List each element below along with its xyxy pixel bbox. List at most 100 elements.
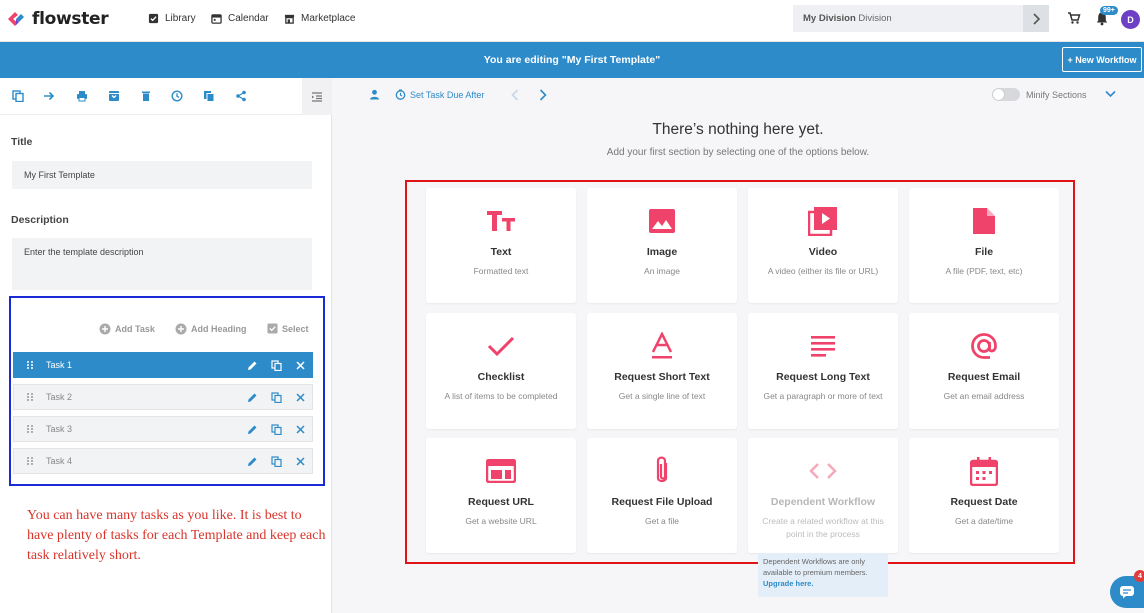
option-card-date[interactable]: Request Date Get a date/time: [909, 438, 1059, 553]
card-title: Image: [646, 246, 678, 258]
task-row[interactable]: Task 2: [13, 384, 313, 410]
card-desc: An image: [644, 266, 680, 276]
copy-icon[interactable]: [264, 423, 288, 435]
avatar[interactable]: D: [1121, 10, 1140, 29]
option-card-file-upload[interactable]: Request File Upload Get a file: [587, 438, 737, 553]
user-icon: [370, 89, 379, 100]
drag-handle-icon[interactable]: [14, 424, 46, 434]
timer-icon: [395, 89, 406, 100]
edit-banner: You are editing "My First Template" + Ne…: [0, 42, 1144, 78]
card-desc: A file (PDF, text, etc): [945, 266, 1023, 276]
title-label: Title: [11, 136, 33, 148]
option-card-checklist[interactable]: Checklist A list of items to be complete…: [426, 313, 576, 429]
paperclip-icon: [587, 456, 737, 486]
clock-icon[interactable]: [171, 90, 183, 102]
add-task-button[interactable]: Add Task: [99, 323, 155, 335]
close-icon[interactable]: [288, 456, 312, 466]
assign-user-button[interactable]: [369, 89, 380, 100]
new-workflow-button[interactable]: + New Workflow: [1062, 47, 1142, 72]
add-heading-button[interactable]: Add Heading: [175, 323, 247, 335]
option-card-short-text[interactable]: Request Short Text Get a single line of …: [587, 313, 737, 429]
copy-icon[interactable]: [264, 391, 288, 403]
card-desc: Get a paragraph or more of text: [763, 391, 883, 401]
nav-library[interactable]: Library: [148, 13, 196, 24]
drag-handle-icon[interactable]: [14, 392, 46, 402]
cart-icon[interactable]: [1067, 11, 1081, 30]
close-icon[interactable]: [288, 360, 312, 370]
card-desc: Get a website URL: [465, 516, 537, 526]
task-row[interactable]: Task 1: [13, 352, 313, 378]
pencil-icon[interactable]: [240, 360, 264, 371]
collapse-panel-button[interactable]: [302, 78, 332, 115]
notification-badge: 99+: [1100, 6, 1118, 15]
task-name: Task 1: [46, 360, 73, 370]
trash-icon[interactable]: [140, 90, 152, 102]
select-button[interactable]: Select: [267, 323, 309, 334]
option-card-image[interactable]: Image An image: [587, 188, 737, 303]
nav-library-label: Library: [165, 13, 196, 24]
card-title: Checklist: [477, 371, 525, 383]
option-card-long-text[interactable]: Request Long Text Get a paragraph or mor…: [748, 313, 898, 429]
prev-button[interactable]: [511, 89, 519, 101]
share-icon[interactable]: [235, 90, 247, 102]
pencil-icon[interactable]: [240, 456, 264, 467]
short-text-icon: [587, 331, 737, 361]
flowster-logo[interactable]: flowster: [6, 9, 109, 29]
plus-circle-icon: [99, 323, 111, 335]
empty-state-title: There’s nothing here yet.: [652, 121, 824, 138]
video-icon: [748, 206, 898, 236]
card-desc: Get a date/time: [954, 516, 1014, 526]
copy-icon[interactable]: [264, 359, 288, 371]
option-card-email[interactable]: Request Email Get an email address: [909, 313, 1059, 429]
card-desc: Get a file: [644, 516, 680, 526]
set-task-due-label: Set Task Due After: [410, 89, 485, 100]
option-card-text[interactable]: Text Formatted text: [426, 188, 576, 303]
calendar-icon: [909, 456, 1059, 486]
option-card-file[interactable]: File A file (PDF, text, etc): [909, 188, 1059, 303]
add-task-label: Add Task: [115, 324, 155, 334]
checkbox-icon: [148, 13, 159, 24]
close-icon[interactable]: [288, 424, 312, 434]
arrow-right-icon[interactable]: [43, 90, 55, 102]
description-input[interactable]: Enter the template description: [12, 238, 312, 290]
upgrade-link[interactable]: Upgrade here.: [763, 579, 813, 588]
archive-icon[interactable]: [108, 90, 120, 102]
drag-handle-icon[interactable]: [14, 456, 46, 466]
task-row[interactable]: Task 3: [13, 416, 313, 442]
pencil-icon[interactable]: [240, 392, 264, 403]
pencil-icon[interactable]: [240, 424, 264, 435]
copy-icon[interactable]: [12, 90, 24, 102]
top-navbar: flowster Library Calendar Marketplace My…: [0, 0, 1144, 42]
banner-text: You are editing "My First Template": [483, 54, 661, 66]
annotation-text: You can have many tasks as you like. It …: [27, 508, 326, 563]
print-icon[interactable]: [76, 90, 88, 102]
chat-badge: 4: [1134, 570, 1144, 582]
next-button[interactable]: [539, 89, 547, 101]
task-row[interactable]: Task 4: [13, 448, 313, 474]
division-selector[interactable]: My Division Division: [793, 5, 1049, 32]
close-icon[interactable]: [288, 392, 312, 402]
card-desc: A list of items to be completed: [444, 391, 558, 401]
calendar-icon: [211, 14, 222, 24]
nav-marketplace[interactable]: Marketplace: [284, 13, 355, 24]
title-input[interactable]: My First Template: [12, 161, 312, 189]
set-task-due-button[interactable]: Set Task Due After: [395, 89, 484, 100]
logo-text: flowster: [32, 9, 109, 29]
chevron-right-icon[interactable]: [1023, 5, 1049, 32]
card-title: Request URL: [468, 496, 534, 508]
drag-handle-icon[interactable]: [14, 360, 46, 370]
expand-button[interactable]: [1105, 90, 1116, 98]
minify-sections-toggle[interactable]: Minify Sections: [992, 88, 1087, 101]
option-card-video[interactable]: Video A video (either its file or URL): [748, 188, 898, 303]
card-title: Request Long Text: [776, 371, 870, 383]
nav-marketplace-label: Marketplace: [301, 13, 356, 24]
duplicate-icon[interactable]: [203, 90, 215, 102]
premium-notice-text: Dependent Workflows are only available t…: [763, 557, 868, 577]
card-title: Video: [808, 246, 838, 258]
copy-icon[interactable]: [264, 455, 288, 467]
option-card-url[interactable]: Request URL Get a website URL: [426, 438, 576, 553]
nav-calendar[interactable]: Calendar: [211, 13, 269, 24]
toggle-switch[interactable]: [992, 88, 1020, 101]
text-icon: [426, 206, 576, 236]
file-icon: [909, 206, 1059, 236]
